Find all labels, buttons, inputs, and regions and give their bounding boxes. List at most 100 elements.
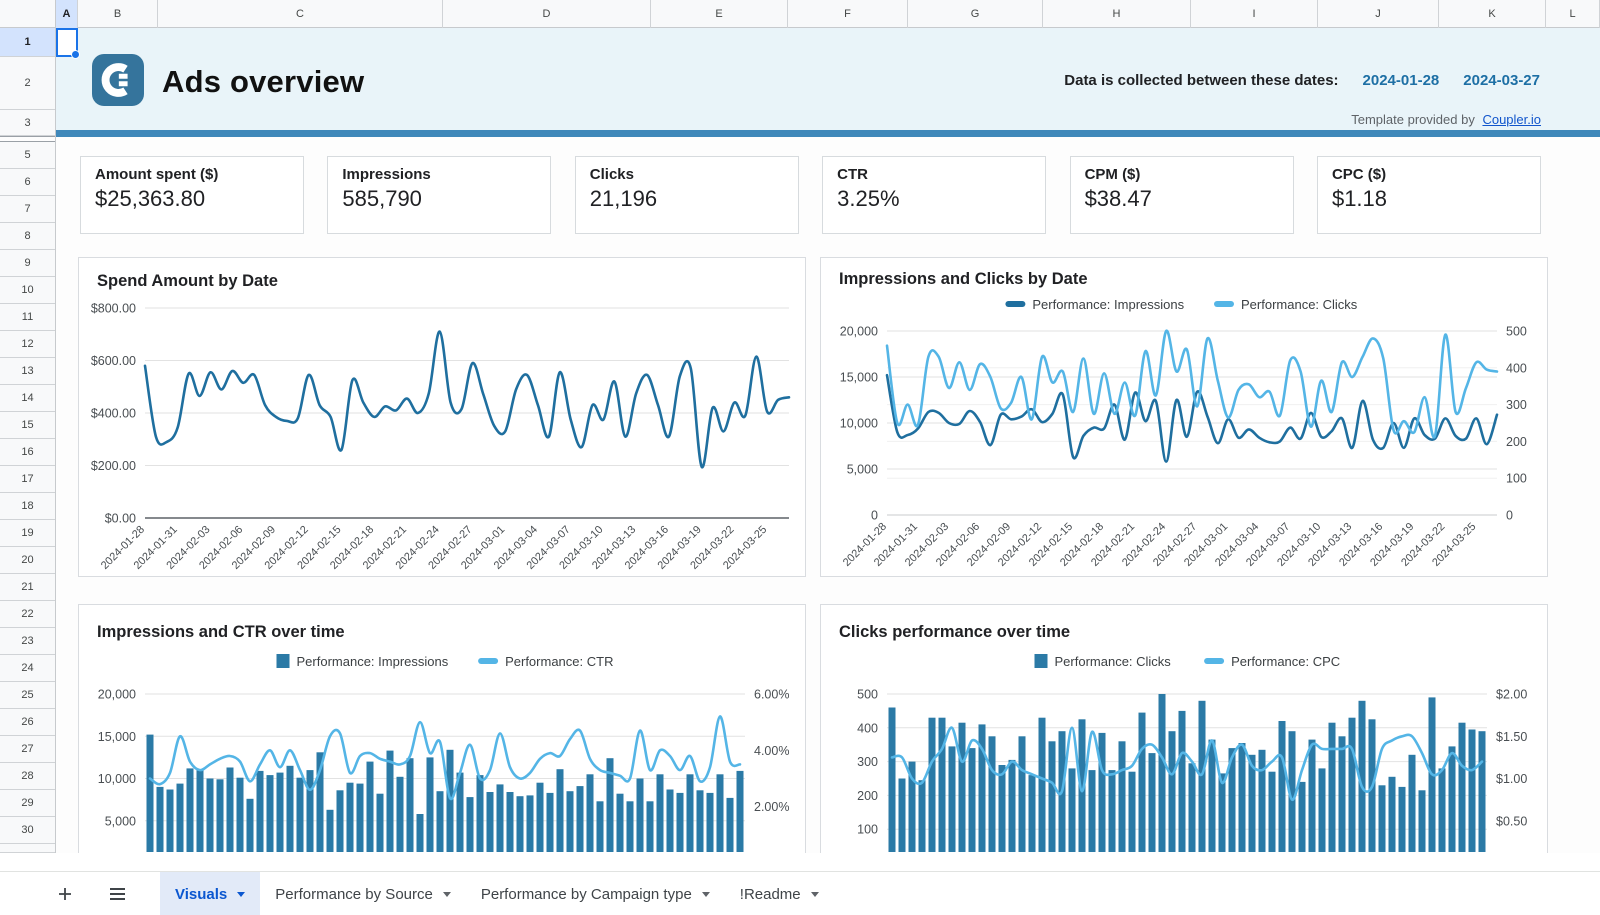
row-header-25[interactable]: 25: [0, 682, 55, 709]
row-header-6[interactable]: 6: [0, 169, 55, 196]
coupler-logo-icon: [92, 54, 144, 106]
svg-text:10,000: 10,000: [840, 417, 878, 431]
chart-impressions-and-clicks-by-date: 05,00010,00015,00020,0000100200300400500…: [820, 257, 1548, 577]
kpi-card-cpc: CPC ($)$1.18: [1317, 156, 1541, 234]
svg-text:20,000: 20,000: [98, 688, 136, 702]
sheet-tab-label: Performance by Source: [275, 886, 433, 903]
add-sheet-button[interactable]: [50, 872, 80, 915]
row-header-14[interactable]: 14: [0, 385, 55, 412]
row-header-13[interactable]: 13: [0, 358, 55, 385]
svg-text:$1.50: $1.50: [1496, 730, 1527, 744]
chart-spend-amount-by-date: $0.00$200.00$400.00$600.00$800.002024-01…: [78, 257, 806, 577]
row-header-22[interactable]: 22: [0, 601, 55, 628]
column-header-i[interactable]: I: [1191, 0, 1318, 28]
svg-text:$600.00: $600.00: [91, 354, 136, 368]
column-header-a[interactable]: A: [56, 0, 78, 28]
column-header-f[interactable]: F: [788, 0, 908, 28]
chevron-down-icon[interactable]: [237, 892, 245, 897]
column-header-c[interactable]: C: [158, 0, 443, 28]
chart-clicks-performance-over-time: 100200300400500$0.50$1.00$1.50$2.00Perfo…: [820, 604, 1548, 853]
plus-icon: [57, 886, 73, 902]
column-header-l[interactable]: L: [1546, 0, 1600, 28]
date-range: Data is collected between these dates: 2…: [1064, 72, 1540, 89]
svg-text:300: 300: [857, 755, 878, 769]
row-header-26[interactable]: 26: [0, 709, 55, 736]
column-header-h[interactable]: H: [1043, 0, 1191, 28]
row-header-23[interactable]: 23: [0, 628, 55, 655]
row-header-5[interactable]: 5: [0, 142, 55, 169]
header-divider-bar: [56, 130, 1600, 137]
sheet-tab-label: Visuals: [175, 886, 227, 903]
row-header-11[interactable]: 11: [0, 304, 55, 331]
fill-handle[interactable]: [71, 50, 80, 59]
date-start-value[interactable]: 2024-01-28: [1363, 72, 1440, 89]
date-end-value[interactable]: 2024-03-27: [1463, 72, 1540, 89]
row-header-20[interactable]: 20: [0, 547, 55, 574]
kpi-label: Impressions: [342, 166, 536, 183]
svg-text:20,000: 20,000: [840, 325, 878, 339]
svg-text:Impressions and CTR over time: Impressions and CTR over time: [97, 623, 345, 641]
row-header-9[interactable]: 9: [0, 250, 55, 277]
sheet-tab-performance-by-campaign-type[interactable]: Performance by Campaign type: [466, 872, 725, 915]
column-header-g[interactable]: G: [908, 0, 1043, 28]
sheet-tab-visuals[interactable]: Visuals: [160, 872, 260, 915]
svg-text:100: 100: [1506, 472, 1527, 486]
row-header-2[interactable]: 2: [0, 57, 55, 110]
all-sheets-button[interactable]: [102, 872, 132, 915]
kpi-row: Amount spent ($)$25,363.80Impressions585…: [80, 156, 1541, 234]
row-header-21[interactable]: 21: [0, 574, 55, 601]
sheet-tab-performance-by-source[interactable]: Performance by Source: [260, 872, 466, 915]
svg-text:2.00%: 2.00%: [754, 800, 789, 814]
row-header-3[interactable]: 3: [0, 110, 55, 136]
kpi-value: $1.18: [1332, 186, 1526, 212]
sheet-tabs: Visuals Performance by Source Performance …: [160, 872, 834, 915]
row-header-7[interactable]: 7: [0, 196, 55, 223]
row-header-17[interactable]: 17: [0, 466, 55, 493]
row-header-12[interactable]: 12: [0, 331, 55, 358]
kpi-label: Amount spent ($): [95, 166, 289, 183]
row-header-27[interactable]: 27: [0, 736, 55, 763]
row-header-18[interactable]: 18: [0, 493, 55, 520]
row-header-19[interactable]: 19: [0, 520, 55, 547]
row-header-10[interactable]: 10: [0, 277, 55, 304]
column-header-b[interactable]: B: [78, 0, 158, 28]
chevron-down-icon[interactable]: [811, 892, 819, 897]
column-header-e[interactable]: E: [651, 0, 788, 28]
kpi-label: CTR: [837, 166, 1031, 183]
svg-text:4.00%: 4.00%: [754, 744, 789, 758]
svg-text:400: 400: [857, 721, 878, 735]
column-header-k[interactable]: K: [1439, 0, 1546, 28]
chevron-down-icon[interactable]: [443, 892, 451, 897]
row-headers: 1235678910111213141516171819202122232425…: [0, 28, 56, 853]
svg-text:$200.00: $200.00: [91, 459, 136, 473]
sheet-select-all-corner[interactable]: [0, 0, 56, 28]
row-header-16[interactable]: 16: [0, 439, 55, 466]
row-header-15[interactable]: 15: [0, 412, 55, 439]
svg-text:Impressions and Clicks by Date: Impressions and Clicks by Date: [839, 270, 1088, 288]
svg-text:Performance: Impressions: Performance: Impressions: [297, 654, 449, 669]
row-header-24[interactable]: 24: [0, 655, 55, 682]
column-header-j[interactable]: J: [1318, 0, 1439, 28]
svg-text:5,000: 5,000: [105, 814, 136, 828]
svg-text:100: 100: [857, 823, 878, 837]
svg-text:200: 200: [857, 789, 878, 803]
row-header-8[interactable]: 8: [0, 223, 55, 250]
chevron-down-icon[interactable]: [702, 892, 710, 897]
sheet-tab-readme[interactable]: !Readme: [725, 872, 834, 915]
selected-cell-a1[interactable]: [56, 28, 78, 57]
svg-text:$1.00: $1.00: [1496, 772, 1527, 786]
kpi-card-cpm: CPM ($)$38.47: [1070, 156, 1294, 234]
row-header-30[interactable]: 30: [0, 817, 55, 844]
svg-text:Spend Amount by Date: Spend Amount by Date: [97, 272, 278, 290]
row-header-1[interactable]: 1: [0, 28, 55, 57]
coupler-link[interactable]: Coupler.io: [1482, 112, 1541, 127]
row-header-28[interactable]: 28: [0, 763, 55, 790]
dates-label: Data is collected between these dates:: [1064, 72, 1338, 89]
dashboard-header-band: Ads overview Data is collected between t…: [56, 28, 1600, 130]
row-header-29[interactable]: 29: [0, 790, 55, 817]
page-title: Ads overview: [162, 64, 364, 100]
column-header-d[interactable]: D: [443, 0, 651, 28]
svg-text:0: 0: [1506, 509, 1513, 523]
column-headers: ABCDEFGHIJKL: [56, 0, 1600, 28]
row-header-partial: [0, 844, 55, 853]
